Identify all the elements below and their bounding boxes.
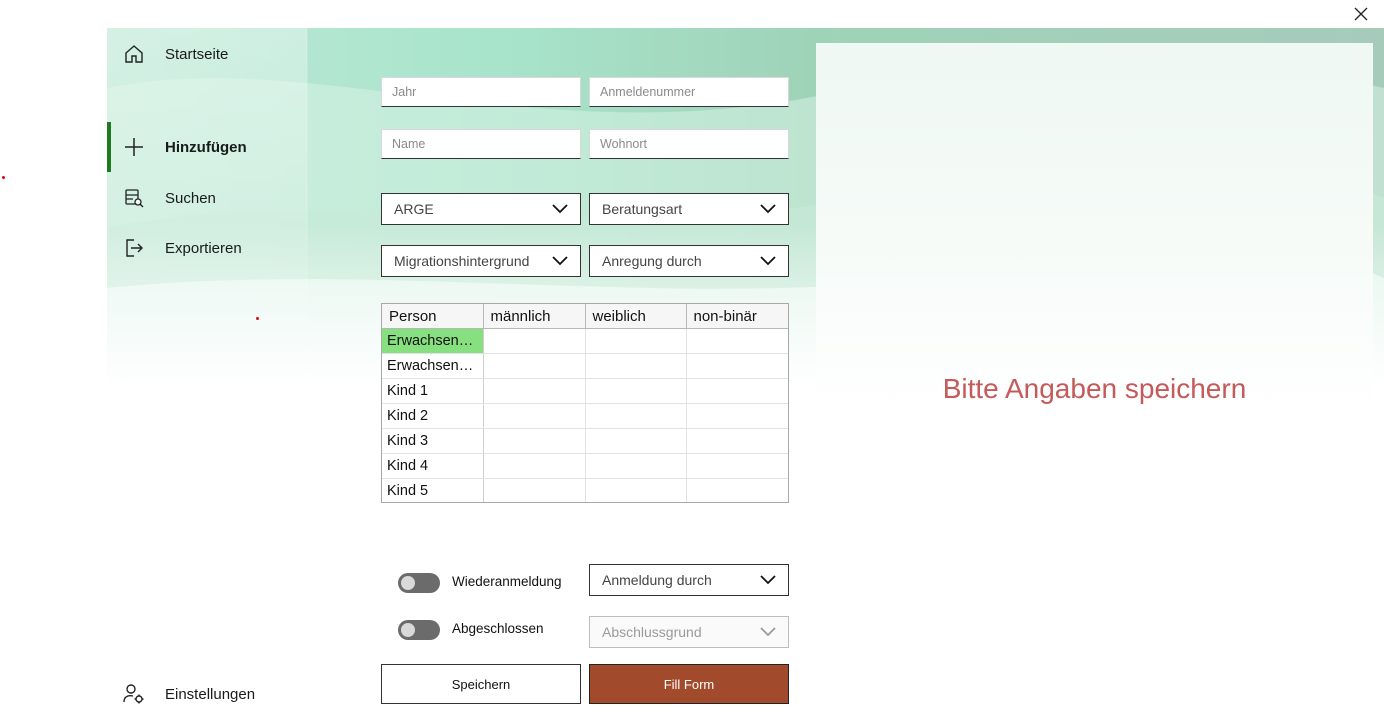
fill-form-button[interactable]: Fill Form xyxy=(589,664,789,704)
person-gender-table: Person männlich weiblich non-binär Erwac… xyxy=(382,304,788,502)
person-gender-grid[interactable]: Person männlich weiblich non-binär Erwac… xyxy=(381,303,789,503)
table-row: Kind 3 xyxy=(382,428,788,454)
anmeldung-durch-select[interactable]: Anmeldung durch xyxy=(589,564,789,596)
export-icon xyxy=(123,237,145,259)
column-header-weiblich[interactable]: weiblich xyxy=(585,304,687,329)
nav-suchen[interactable]: Suchen xyxy=(107,176,307,220)
column-header-person[interactable]: Person xyxy=(382,304,484,329)
chevron-down-icon xyxy=(760,575,776,585)
title-bar xyxy=(0,0,1384,28)
chevron-down-icon xyxy=(760,627,776,637)
column-header-maennlich[interactable]: männlich xyxy=(483,304,586,329)
table-header-row: Person männlich weiblich non-binär xyxy=(382,304,788,329)
weiblich-cell[interactable] xyxy=(585,403,687,429)
preview-message: Bitte Angaben speichern xyxy=(942,373,1247,404)
non-binaer-cell[interactable] xyxy=(686,428,788,454)
nav-exportieren-label: Exportieren xyxy=(165,239,242,257)
maennlich-cell[interactable] xyxy=(483,428,586,454)
anmeldenummer-input[interactable]: Anmeldenummer xyxy=(589,77,789,107)
column-header-non-binaer[interactable]: non-binär xyxy=(686,304,788,329)
abgeschlossen-label: Abgeschlossen xyxy=(452,621,544,636)
weiblich-cell[interactable] xyxy=(585,453,687,479)
beratungsart-select[interactable]: Beratungsart xyxy=(589,193,789,225)
non-binaer-cell[interactable] xyxy=(686,453,788,479)
close-icon xyxy=(1354,7,1368,21)
table-row: Kind 2 xyxy=(382,403,788,429)
maennlich-cell[interactable] xyxy=(483,478,586,502)
nav-hinzufuegen[interactable]: Hinzufügen xyxy=(107,125,307,169)
nav-suchen-label: Suchen xyxy=(165,189,216,207)
name-input[interactable]: Name xyxy=(381,129,581,159)
weiblich-cell[interactable] xyxy=(585,478,687,502)
nav-startseite[interactable]: Startseite xyxy=(107,32,307,76)
person-cell[interactable]: Kind 1 xyxy=(382,378,484,404)
person-cell[interactable]: Kind 2 xyxy=(382,403,484,429)
beratungsart-select-value: Beratungsart xyxy=(602,201,683,217)
arge-select[interactable]: ARGE xyxy=(381,193,581,225)
search-database-icon xyxy=(123,187,145,209)
non-binaer-cell[interactable] xyxy=(686,353,788,379)
wiederanmeldung-toggle[interactable] xyxy=(398,573,440,593)
nav-einstellungen[interactable]: Einstellungen xyxy=(107,672,307,716)
abgeschlossen-toggle[interactable] xyxy=(398,620,440,640)
weiblich-cell[interactable] xyxy=(585,378,687,404)
table-row: Kind 4 xyxy=(382,453,788,479)
nav-einstellungen-label: Einstellungen xyxy=(165,685,256,703)
non-binaer-cell[interactable] xyxy=(686,478,788,502)
migrationshintergrund-select[interactable]: Migrationshintergrund xyxy=(381,245,581,277)
maennlich-cell[interactable] xyxy=(483,453,586,479)
nav-exportieren[interactable]: Exportieren xyxy=(107,226,307,270)
home-icon xyxy=(123,43,145,65)
anregung-durch-select[interactable]: Anregung durch xyxy=(589,245,789,277)
close-button[interactable] xyxy=(1344,0,1378,28)
chevron-down-icon xyxy=(552,256,568,266)
maennlich-cell[interactable] xyxy=(483,328,586,354)
weiblich-cell[interactable] xyxy=(585,428,687,454)
nav-hinzufuegen-label: Hinzufügen xyxy=(165,138,247,156)
toggle-knob xyxy=(401,623,415,637)
anmeldung-durch-select-value: Anmeldung durch xyxy=(602,572,712,588)
jahr-input[interactable]: Jahr xyxy=(381,77,581,107)
person-cell[interactable]: Kind 5 xyxy=(382,478,484,502)
weiblich-cell[interactable] xyxy=(585,353,687,379)
person-cell[interactable]: Kind 4 xyxy=(382,453,484,479)
app-window: Startseite Hinzufügen Suchen Exportieren xyxy=(107,28,1384,717)
save-button[interactable]: Speichern xyxy=(381,664,581,704)
wiederanmeldung-label: Wiederanmeldung xyxy=(452,574,562,589)
table-row: Erwachsener 2 xyxy=(382,353,788,379)
table-row: Kind 1 xyxy=(382,378,788,404)
person-cell[interactable]: Erwachsener 1 xyxy=(382,328,484,354)
plus-icon xyxy=(123,136,145,158)
non-binaer-cell[interactable] xyxy=(686,328,788,354)
wohnort-input[interactable]: Wohnort xyxy=(589,129,789,159)
table-row: Erwachsener 1 xyxy=(382,328,788,354)
abschlussgrund-select-value: Abschlussgrund xyxy=(602,624,702,640)
preview-panel: Bitte Angaben speichern xyxy=(816,43,1373,717)
maennlich-cell[interactable] xyxy=(483,403,586,429)
non-binaer-cell[interactable] xyxy=(686,403,788,429)
migrationshintergrund-select-value: Migrationshintergrund xyxy=(394,253,530,269)
maennlich-cell[interactable] xyxy=(483,378,586,404)
person-cell[interactable]: Erwachsener 2 xyxy=(382,353,484,379)
chevron-down-icon xyxy=(760,256,776,266)
stray-red-dot xyxy=(256,317,259,320)
chevron-down-icon xyxy=(552,204,568,214)
person-cell[interactable]: Kind 3 xyxy=(382,428,484,454)
anregung-durch-select-value: Anregung durch xyxy=(602,253,702,269)
weiblich-cell[interactable] xyxy=(585,328,687,354)
maennlich-cell[interactable] xyxy=(483,353,586,379)
non-binaer-cell[interactable] xyxy=(686,378,788,404)
chevron-down-icon xyxy=(760,204,776,214)
table-row: Kind 5 xyxy=(382,478,788,502)
stray-red-dot xyxy=(2,176,5,179)
nav-startseite-label: Startseite xyxy=(165,45,229,63)
user-settings-icon xyxy=(123,683,145,705)
arge-select-value: ARGE xyxy=(394,201,434,217)
abschlussgrund-select: Abschlussgrund xyxy=(589,616,789,648)
toggle-knob xyxy=(401,576,415,590)
